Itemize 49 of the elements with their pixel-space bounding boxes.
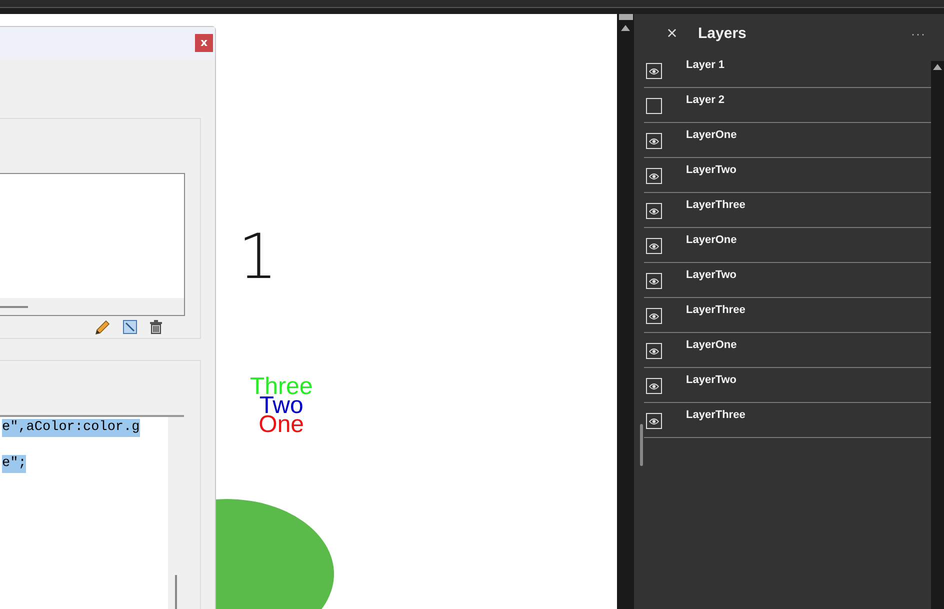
layer-name: LayerOne bbox=[686, 339, 737, 351]
eye-icon[interactable] bbox=[646, 343, 662, 359]
scrollbar-thumb[interactable] bbox=[618, 14, 632, 20]
close-button[interactable]: x bbox=[195, 34, 213, 52]
resize-icon[interactable] bbox=[123, 320, 137, 334]
empty-checkbox[interactable] bbox=[646, 98, 662, 114]
layer-row[interactable]: LayerThree bbox=[644, 193, 931, 228]
eye-icon[interactable] bbox=[646, 273, 662, 289]
layer-row[interactable]: LayerTwo bbox=[644, 263, 931, 298]
scrollbar-thumb[interactable] bbox=[640, 424, 643, 466]
layer-name: LayerOne bbox=[686, 234, 737, 246]
layer-row[interactable]: LayerThree bbox=[644, 298, 931, 333]
eye-icon[interactable] bbox=[646, 378, 662, 394]
canvas-text: Three bbox=[250, 377, 313, 396]
layer-name: Layer 1 bbox=[686, 59, 725, 71]
layer-name: LayerOne bbox=[686, 129, 737, 141]
canvas-text: 1 bbox=[238, 226, 278, 288]
layer-row[interactable]: Layer 1 bbox=[644, 53, 931, 88]
close-button[interactable]: × bbox=[664, 23, 680, 44]
canvas-text: One bbox=[258, 415, 304, 434]
layer-row[interactable]: LayerThree bbox=[644, 403, 931, 438]
trash-icon[interactable] bbox=[150, 320, 162, 334]
canvas-text: Two bbox=[259, 396, 304, 415]
layer-name: Layer 2 bbox=[686, 94, 725, 106]
eye-icon[interactable] bbox=[646, 308, 662, 324]
layer-row[interactable]: Layer 2 bbox=[644, 88, 931, 123]
layer-name: LayerTwo bbox=[686, 374, 737, 386]
pencil-icon[interactable] bbox=[94, 320, 110, 336]
layer-row[interactable]: LayerOne bbox=[644, 333, 931, 368]
eye-icon[interactable] bbox=[646, 168, 662, 184]
layer-row[interactable]: LayerTwo bbox=[644, 368, 931, 403]
layer-name: LayerTwo bbox=[686, 164, 737, 176]
eye-icon[interactable] bbox=[646, 203, 662, 219]
layer-name: LayerThree bbox=[686, 409, 746, 421]
scroll-up-icon[interactable] bbox=[621, 25, 630, 31]
scroll-up-icon[interactable] bbox=[933, 64, 942, 70]
code-editor[interactable]: e",aColor:color.g e"; bbox=[0, 415, 184, 609]
layer-name: LayerThree bbox=[686, 304, 746, 316]
layer-row[interactable]: LayerOne bbox=[644, 228, 931, 263]
eye-icon[interactable] bbox=[646, 238, 662, 254]
layer-name: LayerThree bbox=[686, 199, 746, 211]
layer-row[interactable]: LayerTwo bbox=[644, 158, 931, 193]
eye-icon[interactable] bbox=[646, 413, 662, 429]
layer-name: LayerTwo bbox=[686, 269, 737, 281]
eye-icon[interactable] bbox=[646, 63, 662, 79]
eye-icon[interactable] bbox=[646, 133, 662, 149]
more-button[interactable]: ··· bbox=[911, 26, 926, 40]
panel-title: Layers bbox=[698, 25, 748, 42]
layer-row[interactable]: LayerOne bbox=[644, 123, 931, 158]
